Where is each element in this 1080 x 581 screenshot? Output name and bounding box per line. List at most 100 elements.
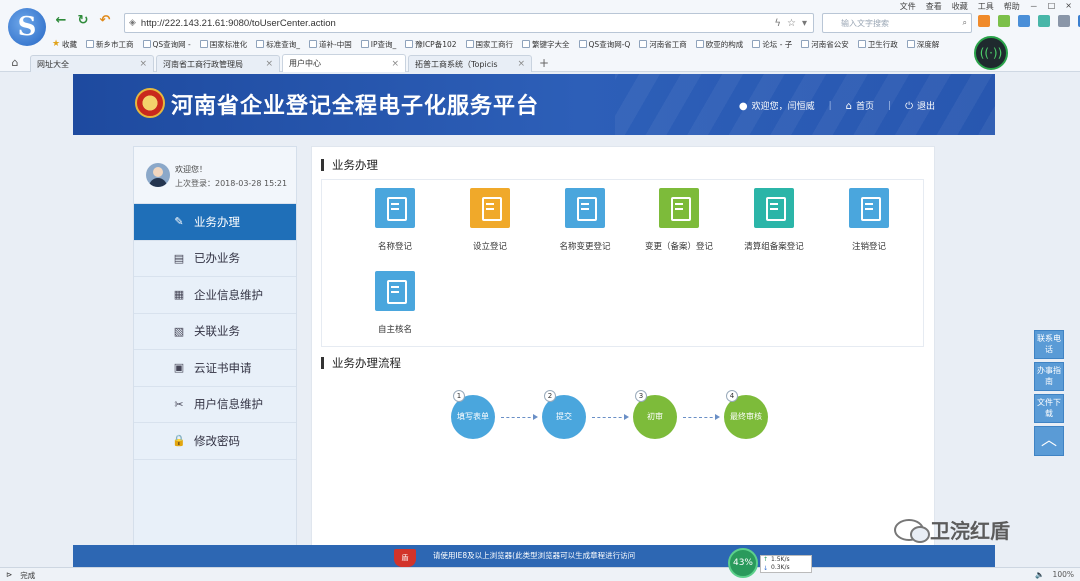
maximize-button[interactable]: □ <box>1048 1 1056 12</box>
bookmark-item[interactable]: IP查询_ <box>360 39 396 50</box>
separator: | <box>828 100 832 111</box>
menu-favorites[interactable]: 收藏 <box>952 1 968 12</box>
user-link[interactable]: ● 欢迎您，闫恒威 <box>739 99 815 112</box>
sidebar-item-label: 云证书申请 <box>194 360 252 375</box>
undo-icon[interactable]: ↶ <box>97 13 113 29</box>
new-tab-button[interactable]: + <box>534 54 554 72</box>
speed-percent-badge[interactable]: 43% <box>728 548 758 578</box>
wifi-signal-icon[interactable]: ((·)) <box>974 36 1008 70</box>
business-item[interactable]: 清算组备案登记 <box>727 188 821 252</box>
establish-register-icon[interactable] <box>470 188 510 228</box>
service-guide-button[interactable]: 办事指南 <box>1034 362 1064 391</box>
menu-icon[interactable] <box>1058 15 1070 27</box>
bookmark-item[interactable]: 河南省公安 <box>801 39 849 50</box>
sidebar-item[interactable]: ▧ 关联业务 <box>134 314 296 350</box>
system-menu: 文件 查看 收藏 工具 帮助 － □ × <box>900 1 1072 12</box>
business-item[interactable]: 名称变更登记 <box>538 188 632 252</box>
sidebar-item[interactable]: ▣ 云证书申请 <box>134 350 296 387</box>
self-name-check-icon[interactable] <box>375 271 415 311</box>
extension-icon-1[interactable] <box>978 15 990 27</box>
bookmark-label: 欧亚的构成 <box>705 39 744 49</box>
bookmark-item[interactable]: 欧亚的构成 <box>695 39 744 50</box>
tab-user-center[interactable]: 用户中心 × <box>282 54 406 72</box>
close-icon[interactable]: × <box>391 59 399 69</box>
bookmark-item[interactable]: 新乡市工商 <box>86 39 134 50</box>
file-download-button[interactable]: 文件下载 <box>1034 394 1064 423</box>
close-icon[interactable]: × <box>139 59 147 69</box>
sidebar-item[interactable]: ▤ 已办业务 <box>134 241 296 277</box>
tab-henan-aic[interactable]: 河南省工商行政管理局 × <box>156 55 280 72</box>
bookmark-item[interactable]: 标准查询_ <box>256 39 300 50</box>
lightning-icon[interactable]: ϟ <box>774 18 781 29</box>
bookmark-item[interactable]: 豫ICP备102 <box>405 39 457 50</box>
name-change-icon[interactable] <box>565 188 605 228</box>
close-button[interactable]: × <box>1065 1 1072 12</box>
address-bar[interactable]: ◈ http://222.143.21.61:9080/toUserCenter… <box>124 13 814 33</box>
volume-icon[interactable]: 🔈 <box>1035 570 1044 579</box>
upload-speed: 1.5K/s <box>771 556 790 563</box>
page-icon <box>256 40 265 48</box>
browser-search-input[interactable]: 输入文字搜索 ⌕ <box>822 13 972 33</box>
sidebar-item[interactable]: 🔒 修改密码 <box>134 423 296 460</box>
change-record-icon[interactable] <box>659 188 699 228</box>
page-icon <box>360 40 369 48</box>
business-item[interactable]: 名称登记 <box>348 188 442 252</box>
bookmark-item[interactable]: ★ 收藏 <box>52 39 77 50</box>
watermark: 卫浣红盾 <box>894 515 1010 544</box>
bookmark-item[interactable]: QS查询网 - <box>142 39 191 50</box>
back-icon[interactable]: ← <box>53 13 69 29</box>
bookmark-item[interactable]: 繁键字大全 <box>522 39 570 50</box>
contact-phone-button[interactable]: 联系电话 <box>1034 330 1064 359</box>
menu-help[interactable]: 帮助 <box>1004 1 1020 12</box>
sidebar-item[interactable]: ✎ 业务办理 <box>134 204 296 241</box>
bookmark-item[interactable]: 论坛 - 子 <box>752 39 792 50</box>
sidebar-item-label: 企业信息维护 <box>194 287 263 302</box>
sidebar-item[interactable]: ▦ 企业信息维护 <box>134 277 296 314</box>
close-icon[interactable]: × <box>265 59 273 69</box>
home-link[interactable]: ⌂ 首页 <box>846 99 874 112</box>
url-text[interactable]: http://222.143.21.61:9080/toUserCenter.a… <box>141 18 774 29</box>
star-icon[interactable]: ☆ <box>787 18 796 29</box>
browser-logo[interactable]: S <box>8 8 46 46</box>
tools-icon: ✂ <box>174 397 184 411</box>
minimize-button[interactable]: － <box>1030 1 1038 12</box>
business-item[interactable]: 变更（备案）登记 <box>632 188 726 252</box>
bookmark-item[interactable]: 卫生行政 <box>857 39 898 50</box>
sidebar-item-label: 业务办理 <box>194 214 240 229</box>
menu-tools[interactable]: 工具 <box>978 1 994 12</box>
cancel-register-icon[interactable] <box>849 188 889 228</box>
bookmark-item[interactable]: 道补-中国 <box>309 39 352 50</box>
bookmark-item[interactable]: 国家工商行 <box>465 39 513 50</box>
extension-icon-4[interactable] <box>1038 15 1050 27</box>
tab-topicis[interactable]: 拓普工商系统（Topicis × <box>408 55 532 72</box>
dropdown-icon[interactable]: ▾ <box>802 18 807 29</box>
bookmark-item[interactable]: 国家标准化 <box>199 39 247 50</box>
sidebar-toggle-icon[interactable]: ⊳ <box>6 570 12 581</box>
bookmark-item[interactable]: 河南省工商 <box>639 39 687 50</box>
back-to-top-button[interactable]: ︿ <box>1034 426 1064 456</box>
refresh-icon[interactable]: ↻ <box>75 13 91 29</box>
liquidation-icon[interactable] <box>754 188 794 228</box>
bookmark-item[interactable]: QS查询网-Q <box>578 39 630 50</box>
bookmark-label: 论坛 - 子 <box>762 39 793 49</box>
name-register-icon[interactable] <box>375 188 415 228</box>
bookmark-label: 豫ICP备102 <box>415 39 457 49</box>
flow-arrow-icon <box>501 413 538 425</box>
logout-link[interactable]: ⏻ 退出 <box>905 99 935 112</box>
zoom-level[interactable]: 100% <box>1053 570 1074 579</box>
menu-file[interactable]: 文件 <box>900 1 916 12</box>
business-item[interactable]: 设立登记 <box>443 188 537 252</box>
flow-step-number: 3 <box>635 390 647 402</box>
business-item[interactable]: 注销登记 <box>822 188 916 252</box>
tab-nav-home[interactable]: 网址大全 × <box>30 55 154 72</box>
search-icon[interactable]: ⌕ <box>963 18 967 28</box>
close-icon[interactable]: × <box>517 59 525 69</box>
business-item[interactable]: 自主核名 <box>348 271 442 335</box>
extension-icon-3[interactable] <box>1018 15 1030 27</box>
extension-icon-2[interactable] <box>998 15 1010 27</box>
sidebar-item[interactable]: ✂ 用户信息维护 <box>134 387 296 423</box>
menu-view[interactable]: 查看 <box>926 1 942 12</box>
bookmark-item[interactable]: 深度解 <box>906 39 939 50</box>
home-icon[interactable]: ⌂ <box>0 54 30 72</box>
welcome-text: 欢迎您！ <box>175 165 207 174</box>
